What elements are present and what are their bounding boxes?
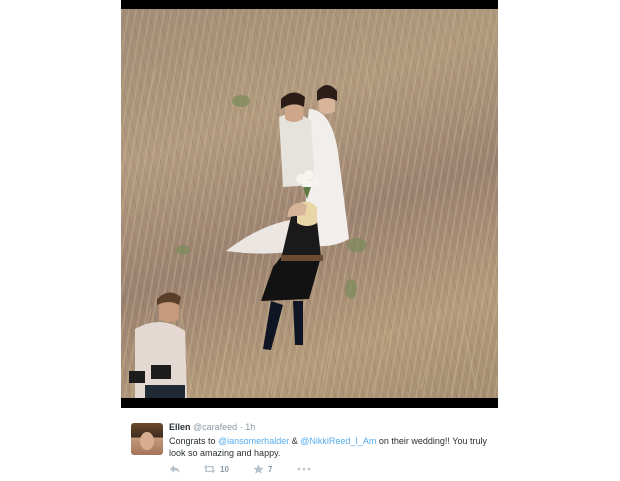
tweet-text-part: Congrats to (169, 436, 219, 446)
favorite-count: 7 (268, 464, 273, 474)
media-letterbox-bottom (121, 398, 498, 408)
tweet-header: Ellen @carafeed · 1h (169, 422, 255, 433)
tweet-card[interactable]: Ellen @carafeed · 1h Congrats to @iansom… (121, 418, 501, 478)
more-icon (297, 467, 311, 471)
more-button[interactable] (297, 464, 311, 474)
favorite-button[interactable]: 7 (253, 464, 272, 474)
retweet-count: 10 (220, 464, 229, 474)
tweet-text-part: & (289, 436, 301, 446)
favorite-star-icon (253, 464, 264, 474)
tweet-text: Congrats to @iansomerhalder & @NikkiReed… (169, 435, 499, 459)
wedding-photo-scene (129, 18, 482, 398)
mention-link[interactable]: @iansomerhalder (218, 436, 289, 446)
author-name[interactable]: Ellen (169, 422, 191, 432)
header-separator: · (237, 422, 246, 432)
author-handle[interactable]: @carafeed (193, 422, 237, 432)
reply-icon (170, 465, 180, 473)
tweet-media[interactable] (121, 0, 498, 408)
wedding-photo[interactable] (121, 9, 498, 398)
avatar[interactable] (131, 423, 163, 455)
media-letterbox-top (121, 0, 498, 9)
tweet-timestamp[interactable]: 1h (245, 422, 255, 432)
mention-link[interactable]: @NikkiReed_I_Am (300, 436, 376, 446)
retweet-button[interactable]: 10 (203, 464, 229, 474)
reply-button[interactable] (169, 464, 181, 474)
avatar-face (140, 432, 154, 450)
retweet-icon (203, 465, 216, 473)
